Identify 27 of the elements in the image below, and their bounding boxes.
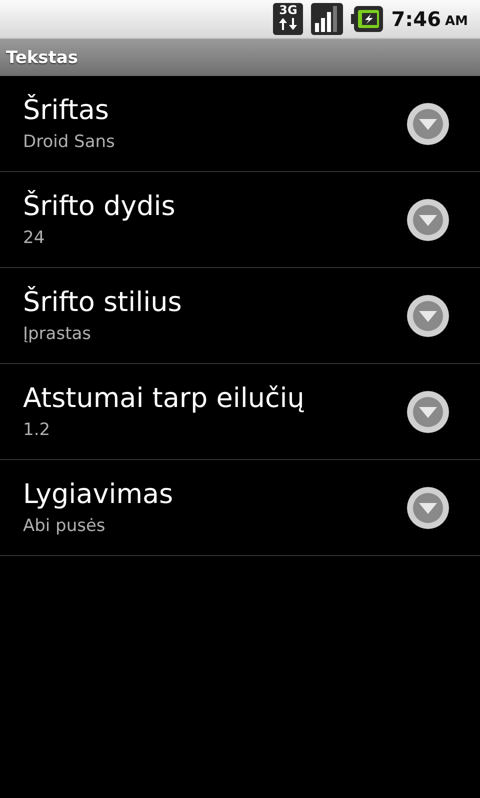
preference-row[interactable]: Šriftas Droid Sans xyxy=(0,76,480,172)
clock-time: 7:46 xyxy=(391,7,441,31)
preference-summary: 24 xyxy=(23,228,46,248)
signal-icon xyxy=(311,3,344,35)
preference-summary: Droid Sans xyxy=(23,132,116,152)
clock-meridiem: AM xyxy=(445,14,468,28)
preference-title: Šrifto dydis xyxy=(23,191,176,222)
network-type: 3G xyxy=(279,3,298,17)
preference-summary: 1.2 xyxy=(23,420,52,440)
dropdown-icon xyxy=(406,486,450,530)
dropdown-icon xyxy=(406,198,450,242)
dropdown-icon xyxy=(406,294,450,338)
screen-title: Tekstas xyxy=(6,48,78,68)
battery-charging-icon xyxy=(351,6,384,32)
data-arrows-icon xyxy=(279,17,298,31)
dropdown-icon xyxy=(406,390,450,434)
preference-title: Šriftas xyxy=(23,95,110,126)
preference-summary: Įprastas xyxy=(23,324,92,344)
preference-row[interactable]: Lygiavimas Abi pusės xyxy=(0,460,480,556)
preference-title: Atstumai tarp eilučių xyxy=(23,383,306,414)
preference-summary: Abi pusės xyxy=(23,516,106,536)
preference-row[interactable]: Šrifto stilius Įprastas xyxy=(0,268,480,364)
preference-title: Šrifto stilius xyxy=(23,287,183,318)
preference-title: Lygiavimas xyxy=(23,479,174,510)
preference-row[interactable]: Atstumai tarp eilučių 1.2 xyxy=(0,364,480,460)
dropdown-icon xyxy=(406,102,450,146)
preference-row[interactable]: Šrifto dydis 24 xyxy=(0,172,480,268)
